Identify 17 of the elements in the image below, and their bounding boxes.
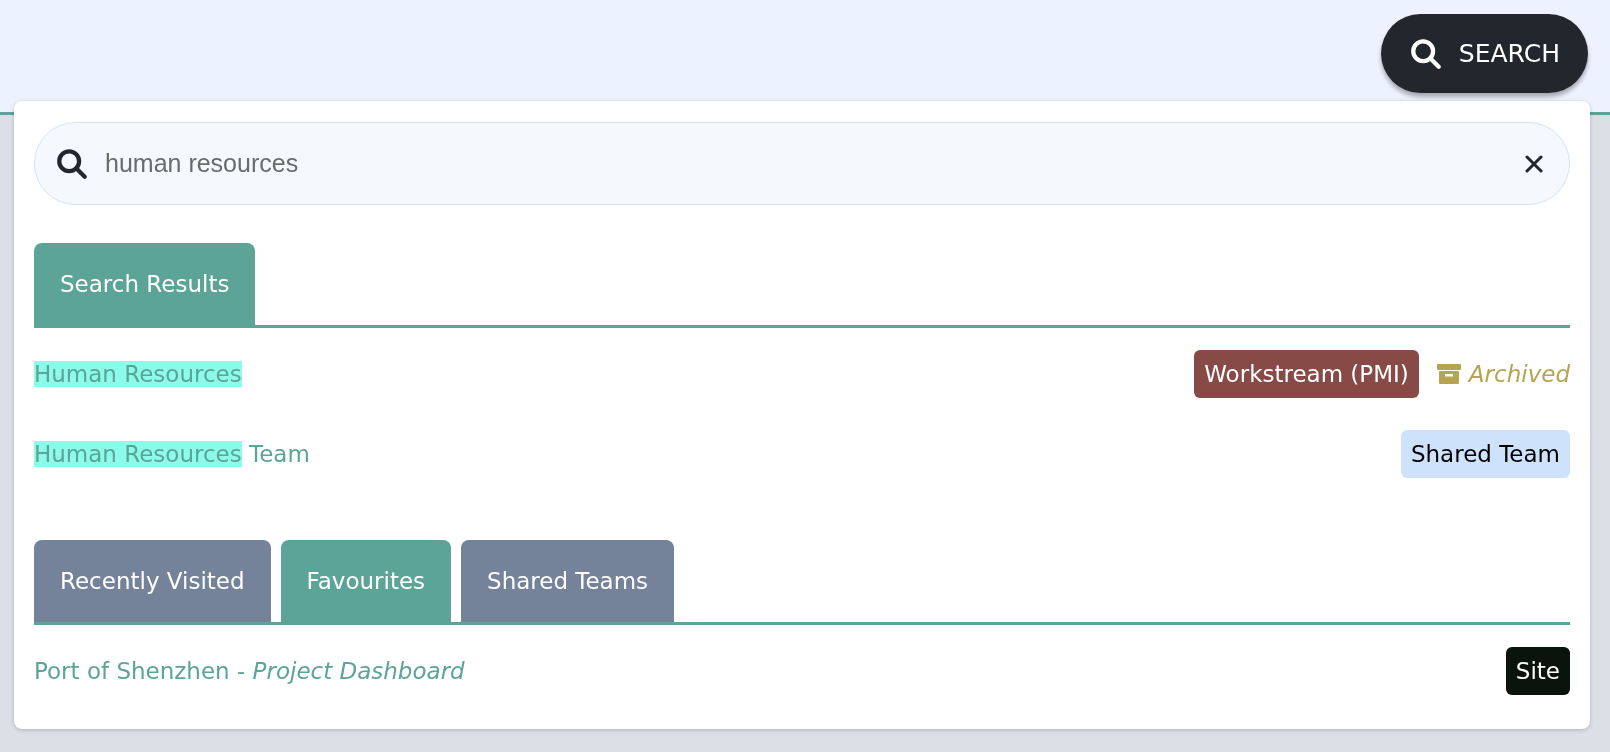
archived-status: Archived <box>1436 361 1570 387</box>
search-icon <box>55 146 89 181</box>
close-icon[interactable] <box>1525 154 1543 173</box>
tab[interactable]: Recently Visited <box>34 540 271 622</box>
search-input[interactable]: human resources <box>103 148 1511 179</box>
type-badge: Shared Team <box>1400 430 1570 478</box>
type-badge: Workstream (PMI) <box>1194 350 1419 398</box>
archive-icon <box>1436 363 1461 385</box>
tab[interactable]: Search Results <box>34 243 256 325</box>
tab[interactable]: Shared Teams <box>461 540 675 622</box>
type-badge: Site <box>1505 647 1570 695</box>
search-button[interactable]: SEARCH <box>1380 14 1588 93</box>
search-icon <box>1408 36 1443 71</box>
search-field[interactable]: human resources <box>34 122 1570 205</box>
tab[interactable]: Favourites <box>280 540 452 622</box>
favourite-link[interactable]: Port of Shenzhen - Project Dashboard <box>34 658 465 684</box>
result-link[interactable]: Human Resources <box>34 361 242 387</box>
